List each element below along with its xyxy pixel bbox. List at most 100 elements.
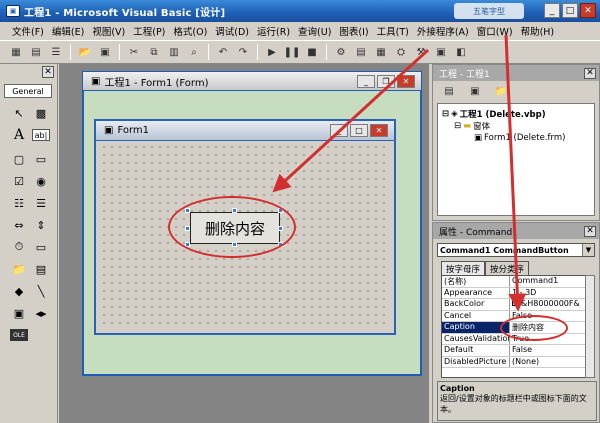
properties-titlebar: 属性 - Command ✕ xyxy=(433,223,599,239)
project-explorer-close-button[interactable]: ✕ xyxy=(584,67,596,79)
listbox-tool-icon[interactable]: ☰ xyxy=(32,194,50,212)
find-icon[interactable]: ⌕ xyxy=(186,44,202,60)
object-selector[interactable]: Command1 CommandButton ▼ xyxy=(437,243,595,257)
paste-icon[interactable]: ▥ xyxy=(166,44,182,60)
designer-close-button[interactable]: ✕ xyxy=(397,75,415,88)
menu-file[interactable]: 文件(F) xyxy=(8,24,48,38)
hscrollbar-tool-icon[interactable]: ⇔ xyxy=(10,216,28,234)
end-icon[interactable]: ■ xyxy=(304,44,320,60)
menu-project[interactable]: 工程(P) xyxy=(129,24,169,38)
form-layout-icon[interactable]: ▦ xyxy=(373,44,389,60)
properties-title: 属性 - Command xyxy=(439,227,513,238)
menu-addins[interactable]: 外接程序(A) xyxy=(413,24,473,38)
form-icon: ▣ xyxy=(474,133,483,143)
drivelistbox-tool-icon[interactable]: ▭ xyxy=(32,238,50,256)
vb-app-icon: ▣ xyxy=(6,5,20,17)
form1-minimize-button[interactable]: _ xyxy=(330,124,348,137)
tree-item-form1[interactable]: ▣ Form1 (Delete.frm) xyxy=(442,132,590,144)
copy-icon[interactable]: ⧉ xyxy=(146,44,162,60)
undo-icon[interactable]: ↶ xyxy=(215,44,231,60)
property-row[interactable]: Default False xyxy=(442,345,588,357)
properties-window-icon[interactable]: ▤ xyxy=(353,44,369,60)
redo-icon[interactable]: ↷ xyxy=(235,44,251,60)
object-selector-value: Command1 CommandButton xyxy=(440,245,569,255)
close-button[interactable]: ✕ xyxy=(580,3,596,18)
image-tool-icon[interactable]: ▣ xyxy=(10,304,28,322)
cut-icon[interactable]: ✂ xyxy=(126,44,142,60)
menu-view[interactable]: 视图(V) xyxy=(88,24,129,38)
collapse-icon[interactable]: ⊟ xyxy=(454,121,461,131)
property-row[interactable]: BackColor &H8000000F& xyxy=(442,299,588,311)
frame-tool-icon[interactable]: ▢ xyxy=(10,150,28,168)
designer-minimize-button[interactable]: _ xyxy=(357,75,375,88)
property-row[interactable]: (名称) Command1 xyxy=(442,276,588,288)
timer-tool-icon[interactable]: ⏱ xyxy=(10,238,28,256)
designer-titlebar: ▣ 工程1 - Form1 (Form) _ ❐ ✕ xyxy=(82,71,422,91)
data-tool-icon[interactable]: ◂▸ xyxy=(32,304,50,322)
line-tool-icon[interactable]: ╲ xyxy=(32,282,50,300)
ole-tool-icon[interactable]: OLE xyxy=(10,329,28,341)
menu-query[interactable]: 查询(U) xyxy=(294,24,335,38)
toggle-folders-icon[interactable]: 📁 xyxy=(493,83,509,99)
project-explorer-panel: 工程 - 工程1 ✕ ▤ ▣ 📁 ⊟ ◈ 工程1 (Delete.vbp) ⊟ … xyxy=(432,64,600,221)
menu-diagram[interactable]: 图表(I) xyxy=(335,24,372,38)
start-icon[interactable]: ▶ xyxy=(264,44,280,60)
add-project-icon[interactable]: ▦ xyxy=(8,44,24,60)
add-form-icon[interactable]: ▤ xyxy=(28,44,44,60)
menu-window[interactable]: 窗口(W) xyxy=(473,24,517,38)
property-row[interactable]: DisabledPicture (None) xyxy=(442,356,588,368)
open-project-icon[interactable]: 📂 xyxy=(77,44,93,60)
textbox-tool-icon[interactable]: ab| xyxy=(32,129,50,141)
menu-help[interactable]: 帮助(H) xyxy=(517,24,559,38)
break-icon[interactable]: ❚❚ xyxy=(284,44,301,60)
menu-debug[interactable]: 调试(D) xyxy=(211,24,253,38)
toolbox-icon[interactable]: ⚒ xyxy=(413,44,429,60)
menu-format[interactable]: 格式(O) xyxy=(169,24,211,38)
menu-edit[interactable]: 编辑(E) xyxy=(48,24,88,38)
label-tool-icon[interactable]: A xyxy=(10,126,28,144)
tab-categorized[interactable]: 按分类序 xyxy=(485,261,530,275)
tree-item-forms-folder[interactable]: ⊟ ▬ 窗体 xyxy=(442,120,590,132)
filelistbox-tool-icon[interactable]: ▤ xyxy=(32,260,50,278)
dirlistbox-tool-icon[interactable]: 📁 xyxy=(10,260,28,278)
pointer-tool-icon[interactable]: ↖ xyxy=(10,104,28,122)
property-grid-scrollbar[interactable] xyxy=(585,275,595,378)
view-object-icon[interactable]: ▣ xyxy=(467,83,483,99)
view-code-icon[interactable]: ▤ xyxy=(441,83,457,99)
tab-alphabetic[interactable]: 按字母序 xyxy=(441,261,486,275)
shape-tool-icon[interactable]: ◆ xyxy=(10,282,28,300)
visual-component-icon[interactable]: ◧ xyxy=(453,44,469,60)
data-view-icon[interactable]: ▣ xyxy=(433,44,449,60)
save-project-icon[interactable]: ▣ xyxy=(97,44,113,60)
form1-close-button[interactable]: ✕ xyxy=(370,124,388,137)
designer-restore-button[interactable]: ❐ xyxy=(377,75,395,88)
toolbox-tab-general[interactable]: General xyxy=(4,84,52,98)
checkbox-tool-icon[interactable]: ☑ xyxy=(10,172,28,190)
menu-editor-icon[interactable]: ☰ xyxy=(48,44,64,60)
minimize-button[interactable]: _ xyxy=(544,3,560,18)
toolbox-close-button[interactable]: ✕ xyxy=(42,66,54,78)
commandbutton-tool-icon[interactable]: ▭ xyxy=(32,150,50,168)
project-explorer-icon[interactable]: ⚙ xyxy=(333,44,349,60)
menu-run[interactable]: 运行(R) xyxy=(253,24,294,38)
annotation-ellipse-caption xyxy=(500,315,568,341)
maximize-button[interactable]: □ xyxy=(562,3,578,18)
property-row[interactable]: Appearance 1 - 3D xyxy=(442,287,588,299)
tree-item-label: Form1 (Delete.frm) xyxy=(484,133,566,143)
tree-item-project[interactable]: ⊟ ◈ 工程1 (Delete.vbp) xyxy=(442,108,590,120)
menu-tools[interactable]: 工具(T) xyxy=(373,24,413,38)
chevron-down-icon[interactable]: ▼ xyxy=(582,244,594,256)
object-browser-icon[interactable]: ⛭ xyxy=(393,44,409,60)
form1-icon: ▣ xyxy=(104,125,114,136)
window-title: 工程1 - Microsoft Visual Basic [设计] xyxy=(24,7,226,19)
standard-toolbar: ▦ ▤ ☰ 📂 ▣ ✂ ⧉ ▥ ⌕ ↶ ↷ ▶ ❚❚ ■ ⚙ ▤ ▦ ⛭ ⚒ ▣… xyxy=(0,40,600,64)
combobox-tool-icon[interactable]: ☷ xyxy=(10,194,28,212)
optionbutton-tool-icon[interactable]: ◉ xyxy=(32,172,50,190)
property-description: Caption 返回/设置对象的标题栏中或图标下面的文本。 xyxy=(437,381,597,421)
picturebox-tool-icon[interactable]: ▩ xyxy=(32,104,50,122)
form1-maximize-button[interactable]: □ xyxy=(350,124,368,137)
collapse-icon[interactable]: ⊟ xyxy=(442,109,449,119)
vscrollbar-tool-icon[interactable]: ⇕ xyxy=(32,216,50,234)
project-explorer-toolbar: ▤ ▣ 📁 xyxy=(433,81,599,101)
properties-close-button[interactable]: ✕ xyxy=(584,225,596,237)
